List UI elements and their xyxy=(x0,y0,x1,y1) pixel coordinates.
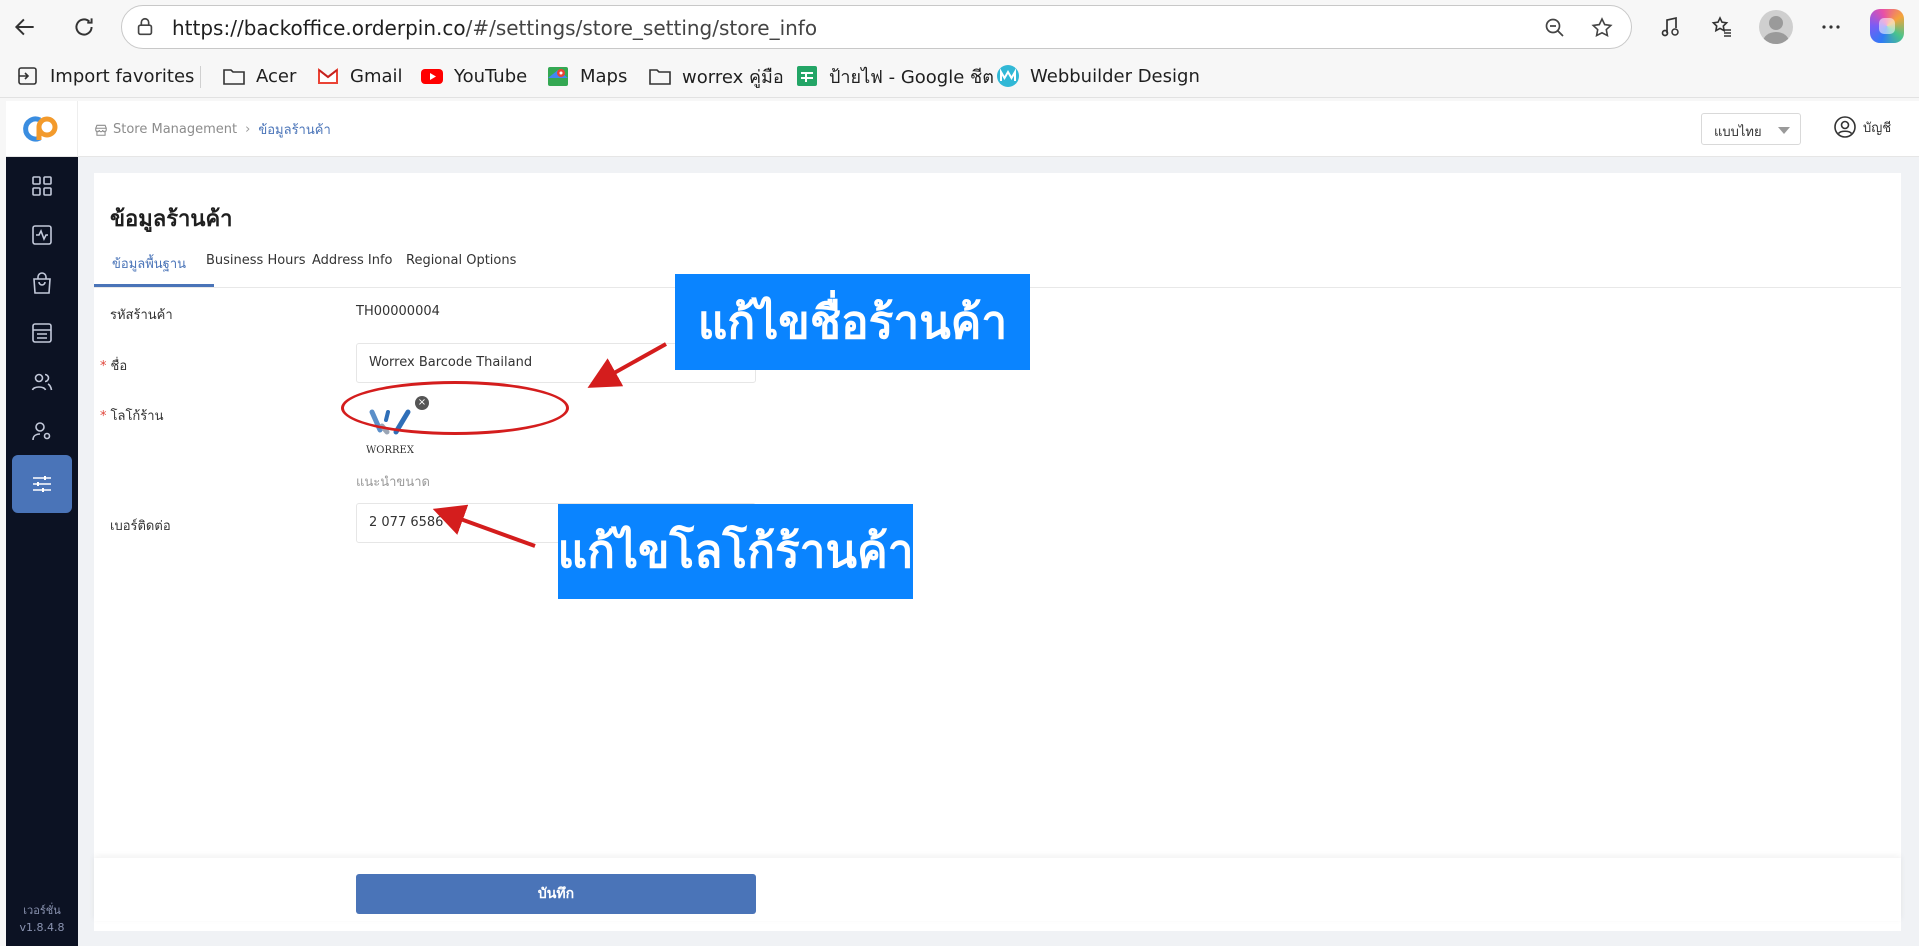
bookmarks-bar: Import favorites Acer Gmail YouTube Maps… xyxy=(0,54,1919,98)
lock-icon[interactable] xyxy=(134,16,156,38)
user-settings-icon xyxy=(32,422,51,441)
shopping-bag-icon xyxy=(33,272,51,294)
activity-chart-icon xyxy=(32,225,52,245)
bookmark-label: Webbuilder Design xyxy=(1030,65,1200,87)
bookmark-label: ป้ายไฟ - Google ชีต xyxy=(829,66,994,88)
bookmark-gmail[interactable]: Gmail xyxy=(316,63,403,89)
profile-avatar[interactable] xyxy=(1759,10,1793,44)
logo-wordmark: WORREX xyxy=(366,445,415,456)
gmail-icon xyxy=(316,64,340,88)
bookmark-import-favorites[interactable]: Import favorites xyxy=(16,63,194,89)
copilot-icon[interactable] xyxy=(1870,9,1904,43)
bookmark-youtube[interactable]: YouTube xyxy=(420,63,527,89)
sidebar: เวอร์ชั่น v1.8.4.8 xyxy=(6,157,78,946)
version-number: v1.8.4.8 xyxy=(19,921,65,934)
sidebar-item-staff[interactable] xyxy=(12,402,72,460)
user-circle-icon xyxy=(1834,116,1856,138)
app-window: Store Management › ข้อมูลร้านค้า แบบไทย … xyxy=(6,101,1919,946)
address-bar[interactable]: https://backoffice.orderpin.co/#/setting… xyxy=(121,5,1632,49)
storefront-icon xyxy=(32,323,52,343)
active-tab-indicator xyxy=(94,284,214,287)
sheets-icon xyxy=(795,64,819,88)
zoom-out-icon[interactable] xyxy=(1543,16,1567,40)
chevron-right-icon: › xyxy=(245,122,251,137)
url-text[interactable]: https://backoffice.orderpin.co/#/setting… xyxy=(172,16,817,40)
sliders-settings-icon xyxy=(33,476,51,492)
bookmark-divider xyxy=(200,66,201,88)
tab-regional-options[interactable]: Regional Options xyxy=(406,253,516,268)
highlight-oval xyxy=(341,381,569,435)
favorites-button[interactable] xyxy=(1707,12,1737,42)
music-note-icon xyxy=(1661,16,1679,37)
account-button[interactable]: บัญชี xyxy=(1833,115,1891,139)
name-label-text: ชื่อ xyxy=(110,359,128,374)
edit-logo-callout: แก้ไขโลโก้ร้านค้า xyxy=(557,504,914,599)
bookmark-label: Import favorites xyxy=(50,65,195,87)
logo-label-text: โลโก้ร้าน xyxy=(110,409,164,424)
save-button[interactable]: บันทึก xyxy=(356,874,756,914)
bookmark-label: Acer xyxy=(256,65,297,87)
tab-business-hours[interactable]: Business Hours xyxy=(206,253,306,268)
account-label: บัญชี xyxy=(1863,120,1892,136)
back-button[interactable] xyxy=(7,9,43,45)
dashboard-grid-icon xyxy=(32,176,52,196)
store-code-label: รหัสร้านค้า xyxy=(110,304,173,325)
store-code-label-text: รหัสร้านค้า xyxy=(110,308,173,323)
more-menu-button[interactable] xyxy=(1816,12,1846,42)
tab-basic-info[interactable]: ข้อมูลพื้นฐาน xyxy=(112,253,186,274)
app-header: Store Management › ข้อมูลร้านค้า แบบไทย … xyxy=(6,101,1919,157)
url-host: https://backoffice.orderpin.co xyxy=(172,16,466,40)
version-label: เวอร์ชั่น xyxy=(23,904,61,917)
media-button[interactable] xyxy=(1655,12,1685,42)
bookmark-worrex-manual[interactable]: worrex คู่มือ xyxy=(648,63,784,89)
bookmark-maps[interactable]: Maps xyxy=(546,63,627,89)
youtube-icon xyxy=(420,64,444,88)
bookmark-label: worrex คู่มือ xyxy=(682,66,784,88)
bookmark-label: Maps xyxy=(580,65,628,87)
folder-icon xyxy=(648,64,672,88)
folder-icon xyxy=(222,64,246,88)
bookmark-acer[interactable]: Acer xyxy=(222,63,296,89)
phone-label-text: เบอร์ติดต่อ xyxy=(110,519,171,534)
caret-down-icon xyxy=(1778,127,1790,134)
orderpin-logo-icon xyxy=(22,116,57,142)
bookmark-label: YouTube xyxy=(454,65,528,87)
breadcrumb: Store Management › ข้อมูลร้านค้า xyxy=(94,119,331,140)
logo-size-hint: แนะนำขนาด xyxy=(356,475,430,490)
logo-label: * โลโก้ร้าน xyxy=(100,405,163,426)
language-select[interactable]: แบบไทย xyxy=(1701,113,1801,145)
users-group-icon xyxy=(31,373,53,391)
store-icon xyxy=(95,124,107,136)
star-favorite-icon[interactable] xyxy=(1590,16,1614,40)
refresh-button[interactable] xyxy=(66,9,102,45)
required-asterisk: * xyxy=(100,409,107,424)
phone-label: เบอร์ติดต่อ xyxy=(110,515,171,536)
breadcrumb-root[interactable]: Store Management xyxy=(113,122,237,137)
back-arrow-icon xyxy=(14,18,34,36)
url-path: /#/settings/store_setting/store_info xyxy=(465,16,818,40)
orderpin-logo[interactable] xyxy=(6,101,78,157)
store-code-value: TH00000004 xyxy=(356,304,440,319)
name-label: * ชื่อ xyxy=(100,355,127,376)
tab-address-info[interactable]: Address Info xyxy=(312,253,393,268)
edit-name-callout: แก้ไขชื่อร้านค้า xyxy=(675,274,1030,370)
page-title: ข้อมูลร้านค้า xyxy=(110,207,233,232)
bookmark-google-sheets[interactable]: ป้ายไฟ - Google ชีต xyxy=(795,63,994,89)
maps-icon xyxy=(546,64,570,88)
sidebar-item-settings[interactable] xyxy=(12,455,72,513)
more-dots-icon xyxy=(1822,25,1840,29)
bookmark-webbuilder[interactable]: Webbuilder Design xyxy=(996,63,1200,89)
required-asterisk: * xyxy=(100,359,107,374)
import-icon xyxy=(16,64,40,88)
breadcrumb-current: ข้อมูลร้านค้า xyxy=(258,123,331,138)
version-info: เวอร์ชั่น v1.8.4.8 xyxy=(6,902,78,936)
form-footer: บันทึก xyxy=(94,858,1901,921)
browser-toolbar: https://backoffice.orderpin.co/#/setting… xyxy=(0,0,1919,54)
refresh-icon xyxy=(75,18,93,36)
bookmark-label: Gmail xyxy=(350,65,403,87)
language-value: แบบไทย xyxy=(1714,125,1762,140)
webbuilder-icon xyxy=(996,64,1020,88)
favorites-list-icon xyxy=(1711,16,1731,37)
